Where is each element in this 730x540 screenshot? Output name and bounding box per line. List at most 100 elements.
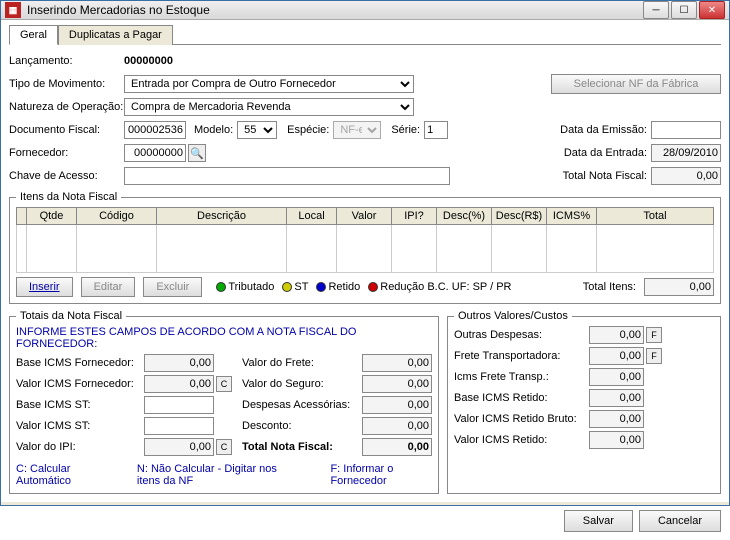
base-icms-forn-label: Base ICMS Fornecedor: [16,357,144,369]
outros-fieldset: Outros Valores/Custos Outras Despesas:F … [447,310,721,494]
footnote-n: N: Não Calcular - Digitar nos itens da N… [137,463,303,487]
valor-icms-st-input[interactable] [144,417,214,435]
col-ipi[interactable]: IPI? [392,208,437,225]
chave-label: Chave de Acesso: [9,170,124,182]
c-flag-button[interactable]: C [216,376,232,392]
base-icms-ret-input[interactable] [589,389,644,407]
col-descricao[interactable]: Descrição [157,208,287,225]
itens-fieldset: Itens da Nota Fiscal Qtde Código Descriç… [9,191,721,304]
tipo-movimento-label: Tipo de Movimento: [9,78,124,90]
outras-desp-input[interactable] [589,326,644,344]
total-itens-label: Total Itens: [583,281,636,293]
lancamento-label: Lançamento: [9,55,124,67]
valor-frete-label: Valor do Frete: [242,357,362,369]
tab-duplicatas[interactable]: Duplicatas a Pagar [58,25,173,45]
col-total[interactable]: Total [597,208,714,225]
valor-icms-forn-label: Valor ICMS Fornecedor: [16,378,144,390]
legend-st: ST [282,281,308,293]
col-valor[interactable]: Valor [337,208,392,225]
footnote-f: F: Informar o Fornecedor [330,463,432,487]
col-qtde[interactable]: Qtde [27,208,77,225]
inserir-button[interactable]: Inserir [16,277,73,297]
base-icms-st-input[interactable] [144,396,214,414]
modelo-label: Modelo: [194,124,233,136]
desp-acess-label: Despesas Acessórias: [242,399,362,411]
total-nf-header-value [651,167,721,185]
cancelar-button[interactable]: Cancelar [639,510,721,532]
total-nf-label: Total Nota Fiscal: [242,441,362,453]
icms-frete-label: Icms Frete Transp.: [454,371,589,383]
desconto-input[interactable] [362,417,432,435]
minimize-button[interactable]: ─ [643,1,669,19]
close-button[interactable]: ✕ [699,1,725,19]
tab-geral[interactable]: Geral [9,25,58,45]
totais-legend: Totais da Nota Fiscal [16,310,126,322]
client-area: Geral Duplicatas a Pagar Lançamento: 000… [1,20,729,502]
maximize-button[interactable]: ☐ [671,1,697,19]
valor-icms-st-label: Valor ICMS ST: [16,420,144,432]
desp-acess-input[interactable] [362,396,432,414]
valor-icms-ret-input[interactable] [589,431,644,449]
base-icms-ret-label: Base ICMS Retido: [454,392,589,404]
serie-label: Série: [391,124,420,136]
itens-table: Qtde Código Descrição Local Valor IPI? D… [16,207,714,273]
total-itens-value [644,278,714,296]
footer: Salvar Cancelar [1,502,729,540]
titlebar: ▦ Inserindo Mercadorias no Estoque ─ ☐ ✕ [1,1,729,20]
valor-seguro-input[interactable] [362,375,432,393]
valor-icms-forn-input[interactable] [144,375,214,393]
valor-icms-ret-bruto-input[interactable] [589,410,644,428]
valor-frete-input[interactable] [362,354,432,372]
legend-reducao: Redução B.C. UF: SP / PR [368,281,511,293]
natureza-select[interactable]: Compra de Mercadoria Revenda [124,98,414,116]
data-emissao-input[interactable] [651,121,721,139]
frete-transp-label: Frete Transportadora: [454,350,589,362]
salvar-button[interactable]: Salvar [564,510,633,532]
fornecedor-input[interactable] [124,144,186,162]
data-entrada-input[interactable] [651,144,721,162]
doc-fiscal-input[interactable] [124,121,186,139]
legend-tributado: Tributado [216,281,274,293]
natureza-label: Natureza de Operação: [9,101,124,113]
serie-input[interactable] [424,121,448,139]
col-descr[interactable]: Desc(R$) [492,208,547,225]
legend-retido: Retido [316,281,360,293]
totais-note: INFORME ESTES CAMPOS DE ACORDO COM A NOT… [16,326,432,350]
col-local[interactable]: Local [287,208,337,225]
doc-fiscal-label: Documento Fiscal: [9,124,124,136]
modelo-select[interactable]: 55 [237,121,277,139]
chave-input[interactable] [124,167,450,185]
col-codigo[interactable]: Código [77,208,157,225]
base-icms-forn-input[interactable] [144,354,214,372]
f-flag-button[interactable]: F [646,327,662,343]
tipo-movimento-select[interactable]: Entrada por Compra de Outro Fornecedor [124,75,414,93]
data-entrada-label: Data da Entrada: [564,147,647,159]
col-icms[interactable]: ICMS% [547,208,597,225]
f-flag-button-2[interactable]: F [646,348,662,364]
footnote-c: C: Calcular Automático [16,463,109,487]
app-window: ▦ Inserindo Mercadorias no Estoque ─ ☐ ✕… [0,0,730,506]
valor-seguro-label: Valor do Seguro: [242,378,362,390]
app-icon: ▦ [5,2,21,18]
especie-label: Espécie: [287,124,329,136]
icms-frete-input[interactable] [589,368,644,386]
search-fornecedor-icon[interactable]: 🔍 [188,144,206,162]
especie-select[interactable]: NF-e [333,121,381,139]
col-descp[interactable]: Desc(%) [437,208,492,225]
table-row [17,225,714,273]
selecionar-nf-button[interactable]: Selecionar NF da Fábrica [551,74,721,94]
editar-button[interactable]: Editar [81,277,136,297]
totais-fieldset: Totais da Nota Fiscal INFORME ESTES CAMP… [9,310,439,494]
valor-icms-ret-label: Valor ICMS Retido: [454,434,589,446]
excluir-button[interactable]: Excluir [143,277,202,297]
base-icms-st-label: Base ICMS ST: [16,399,144,411]
frete-transp-input[interactable] [589,347,644,365]
valor-ipi-input[interactable] [144,438,214,456]
window-title: Inserindo Mercadorias no Estoque [27,3,643,17]
fornecedor-label: Fornecedor: [9,147,124,159]
itens-legend: Itens da Nota Fiscal [16,191,121,203]
total-nf-input [362,438,432,456]
c-flag-button-2[interactable]: C [216,439,232,455]
desconto-label: Desconto: [242,420,362,432]
col-handle [17,208,27,225]
